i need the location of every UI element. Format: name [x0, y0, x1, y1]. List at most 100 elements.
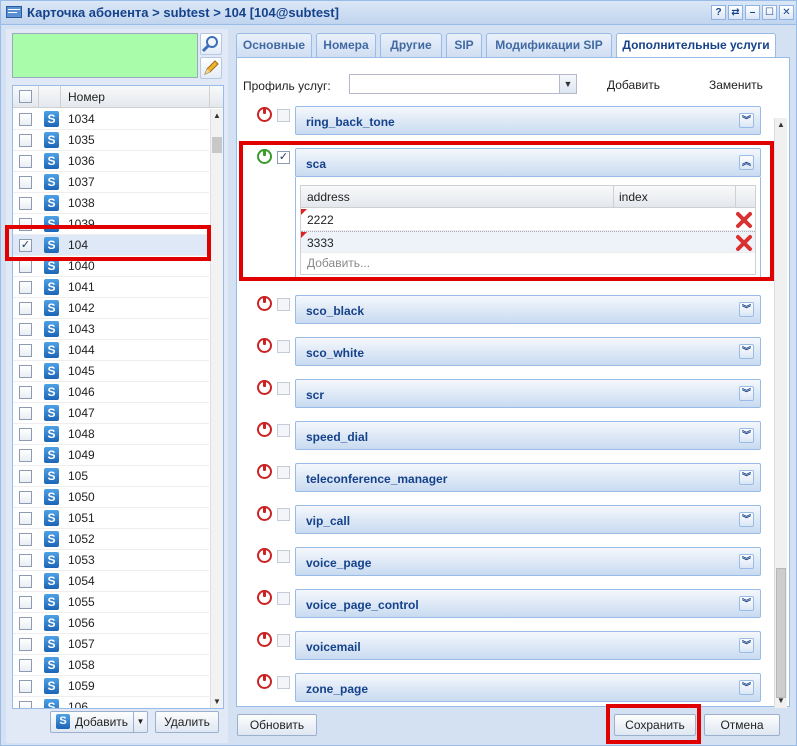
restore-icon[interactable]: ⇄ — [728, 5, 743, 20]
search-field[interactable] — [12, 33, 198, 78]
scroll-thumb[interactable] — [212, 137, 222, 153]
tab-numbers[interactable]: Номера — [316, 33, 376, 57]
scroll-up-icon[interactable]: ▲ — [213, 111, 221, 120]
row-checkbox[interactable] — [19, 575, 32, 588]
tab-sip[interactable]: SIP — [446, 33, 482, 57]
service-checkbox[interactable] — [277, 508, 290, 521]
row-checkbox[interactable] — [19, 533, 32, 546]
list-item[interactable]: S 1042 — [13, 298, 209, 319]
replace-profile-button[interactable]: Заменить — [709, 78, 763, 92]
services-scrollbar[interactable]: ▲ ▼ — [774, 118, 787, 708]
tab-sip-modifications[interactable]: Модификации SIP — [486, 33, 612, 57]
chevron-down-icon[interactable]: ▼ — [133, 712, 147, 732]
expand-icon[interactable]: ︾ — [739, 428, 754, 443]
expand-icon[interactable]: ︾ — [739, 302, 754, 317]
list-item[interactable]: S 1052 — [13, 529, 209, 550]
power-icon[interactable] — [257, 422, 272, 437]
row-checkbox[interactable] — [19, 701, 32, 708]
power-icon[interactable] — [257, 464, 272, 479]
power-icon[interactable] — [257, 548, 272, 563]
row-checkbox[interactable] — [19, 386, 32, 399]
row-checkbox[interactable] — [19, 344, 32, 357]
list-item[interactable]: S 1036 — [13, 151, 209, 172]
service-panel-sco_black[interactable]: sco_black ︾ — [295, 295, 761, 324]
list-item[interactable]: S 1035 — [13, 130, 209, 151]
service-panel-sco_white[interactable]: sco_white ︾ — [295, 337, 761, 366]
row-checkbox[interactable] — [19, 323, 32, 336]
service-panel-ring_back_tone[interactable]: ring_back_tone ︾ — [295, 106, 761, 135]
row-checkbox[interactable] — [19, 176, 32, 189]
list-item[interactable]: S 1059 — [13, 676, 209, 697]
power-icon[interactable] — [257, 506, 272, 521]
service-panel-scr[interactable]: scr ︾ — [295, 379, 761, 408]
service-checkbox[interactable] — [277, 340, 290, 353]
add-number-button[interactable]: S Добавить ▼ — [50, 711, 148, 733]
service-checkbox[interactable] — [277, 424, 290, 437]
list-item[interactable]: S 1034 — [13, 109, 209, 130]
row-checkbox[interactable] — [19, 638, 32, 651]
service-panel-teleconference_manager[interactable]: teleconference_manager ︾ — [295, 463, 761, 492]
list-item[interactable]: S 1041 — [13, 277, 209, 298]
service-checkbox[interactable] — [277, 382, 290, 395]
row-checkbox[interactable] — [19, 260, 32, 273]
row-checkbox[interactable] — [19, 470, 32, 483]
row-checkbox[interactable] — [19, 659, 32, 672]
row-checkbox[interactable] — [19, 596, 32, 609]
list-scrollbar[interactable]: ▲ ▼ — [210, 109, 223, 708]
row-checkbox[interactable] — [19, 407, 32, 420]
help-icon[interactable]: ? — [711, 5, 726, 20]
select-all-checkbox[interactable] — [19, 90, 32, 103]
power-icon[interactable] — [257, 590, 272, 605]
list-item[interactable]: S 1047 — [13, 403, 209, 424]
row-checkbox[interactable] — [19, 428, 32, 441]
profile-select[interactable]: ▼ — [349, 74, 577, 94]
close-icon[interactable]: ✕ — [779, 5, 794, 20]
expand-icon[interactable]: ︾ — [739, 680, 754, 695]
row-checkbox[interactable] — [19, 281, 32, 294]
service-panel-voice_page_control[interactable]: voice_page_control ︾ — [295, 589, 761, 618]
row-checkbox[interactable] — [19, 365, 32, 378]
list-item[interactable]: S 1053 — [13, 550, 209, 571]
service-checkbox[interactable] — [277, 550, 290, 563]
expand-icon[interactable]: ︾ — [739, 470, 754, 485]
list-item[interactable]: S 1043 — [13, 319, 209, 340]
list-item[interactable]: S 1058 — [13, 655, 209, 676]
list-item[interactable]: S 1045 — [13, 361, 209, 382]
row-checkbox[interactable] — [19, 554, 32, 567]
tab-basic[interactable]: Основные — [236, 33, 312, 57]
scroll-down-icon[interactable]: ▼ — [213, 697, 221, 706]
row-checkbox[interactable] — [19, 113, 32, 126]
service-checkbox[interactable] — [277, 634, 290, 647]
column-header-number[interactable]: Номер — [68, 90, 105, 104]
power-icon[interactable] — [257, 380, 272, 395]
list-item[interactable]: S 106 — [13, 697, 209, 708]
scroll-thumb[interactable] — [776, 568, 786, 698]
refresh-button[interactable]: Обновить — [237, 714, 317, 736]
cancel-button[interactable]: Отмена — [704, 714, 780, 736]
row-checkbox[interactable] — [19, 491, 32, 504]
power-icon[interactable] — [257, 107, 272, 122]
list-item[interactable]: S 1044 — [13, 340, 209, 361]
service-checkbox[interactable] — [277, 109, 290, 122]
chevron-down-icon[interactable]: ▼ — [559, 75, 576, 93]
list-item[interactable]: S 1054 — [13, 571, 209, 592]
row-checkbox[interactable] — [19, 617, 32, 630]
list-item[interactable]: S 105 — [13, 466, 209, 487]
tab-other[interactable]: Другие — [380, 33, 442, 57]
list-item[interactable]: S 1046 — [13, 382, 209, 403]
power-icon[interactable] — [257, 338, 272, 353]
list-item[interactable]: S 1056 — [13, 613, 209, 634]
list-item[interactable]: S 1037 — [13, 172, 209, 193]
maximize-icon[interactable]: ☐ — [762, 5, 777, 20]
list-item[interactable]: S 1055 — [13, 592, 209, 613]
row-checkbox[interactable] — [19, 680, 32, 693]
expand-icon[interactable]: ︾ — [739, 512, 754, 527]
expand-icon[interactable]: ︾ — [739, 596, 754, 611]
list-item[interactable]: S 1051 — [13, 508, 209, 529]
add-profile-button[interactable]: Добавить — [607, 78, 660, 92]
service-panel-voice_page[interactable]: voice_page ︾ — [295, 547, 761, 576]
scroll-up-icon[interactable]: ▲ — [777, 120, 785, 129]
list-item[interactable]: S 1049 — [13, 445, 209, 466]
row-checkbox[interactable] — [19, 134, 32, 147]
row-checkbox[interactable] — [19, 197, 32, 210]
